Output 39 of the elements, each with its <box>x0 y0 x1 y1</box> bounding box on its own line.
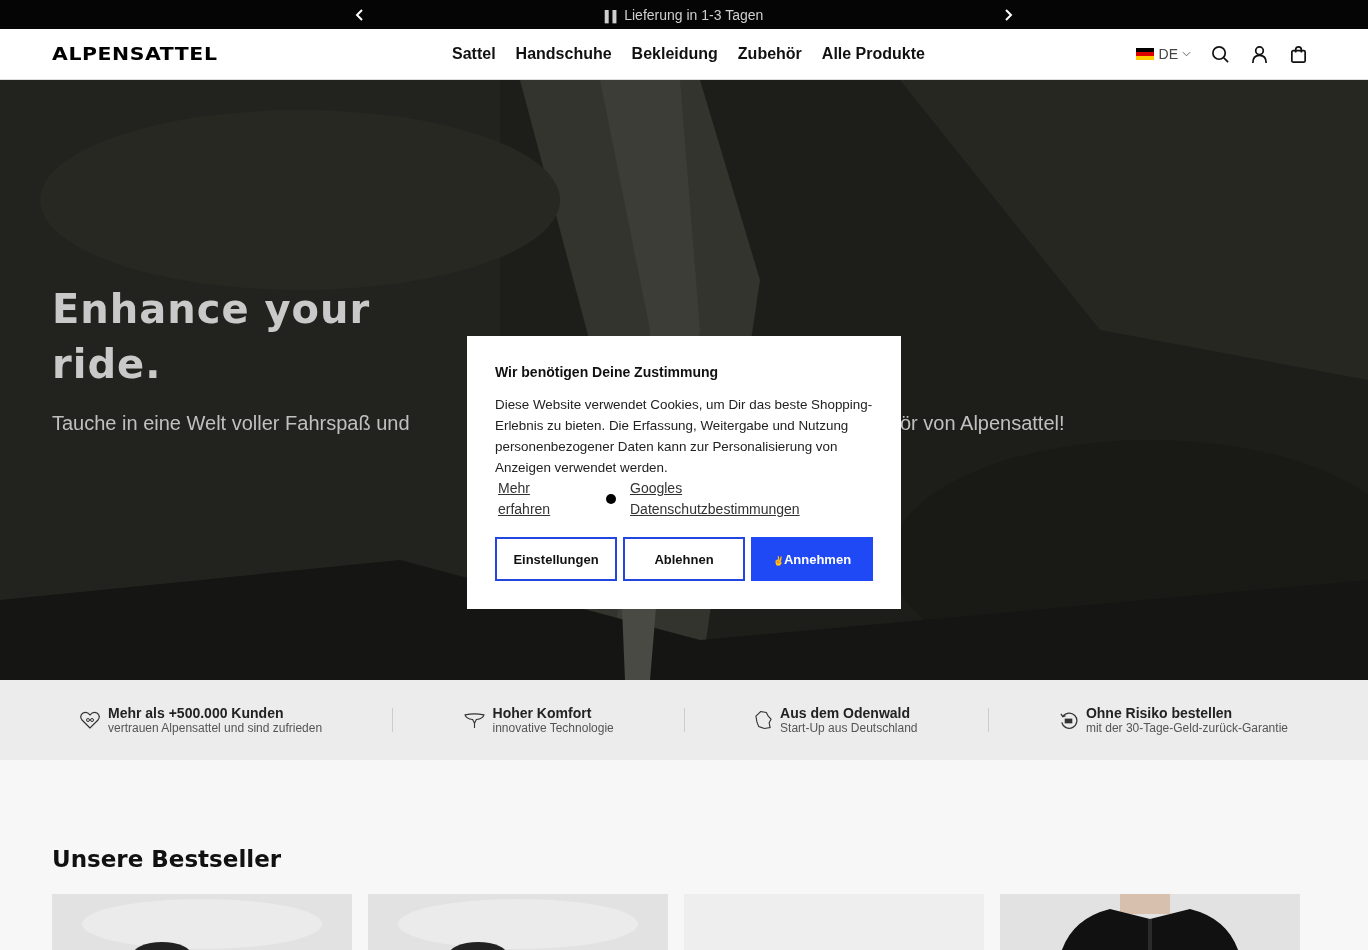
user-icon[interactable] <box>1250 44 1269 64</box>
feature-subtitle: mit der 30-Tage-Geld-zurück-Garantie <box>1085 721 1288 735</box>
map-icon <box>755 710 773 730</box>
hero-title: Enhance your ride. <box>52 285 371 389</box>
nav-link[interactable]: Sattel <box>452 45 496 63</box>
link[interactable]: Googles Datenschutzbestimmungen <box>630 478 820 520</box>
nav-link[interactable]: Zubehör <box>737 45 802 63</box>
feature-subtitle: innovative Technologie <box>492 721 614 735</box>
feature-subtitle: vertrauen Alpensattel und sind zufrieden <box>108 721 323 735</box>
language-selector[interactable]: DE <box>1134 46 1191 62</box>
dialog-button[interactable]: Ablehnen <box>623 537 745 581</box>
dialog-text: Diese Website verwendet Cookies, um Dir das beste Shopping-Erlebnis zu bieten. Die Erfassung, Weitergabe und Nutzung personenbezogener Daten kann zur Personalisierung von Anzeigen verwendet werden. <box>495 396 873 477</box>
dialog-button[interactable]: Einstellungen <box>495 537 617 581</box>
feature-title: Ohne Risiko bestellen <box>1085 705 1234 721</box>
hero-subtitle: ör von Alpensattel! <box>900 412 1065 435</box>
nav-link[interactable]: Bekleidung <box>631 45 718 63</box>
feature-subtitle: Start-Up aus Deutschland <box>780 721 918 735</box>
dialog-title: Wir benötigen Deine Zustimmung <box>495 364 720 380</box>
heart-icon <box>80 711 100 729</box>
feature-title: Hoher Komfort <box>492 705 593 721</box>
chevron-right-icon[interactable] <box>1003 7 1014 22</box>
accept-button[interactable]: ✌Annehmen <box>751 537 873 581</box>
link[interactable]: Mehr erfahren <box>498 478 558 520</box>
feature-title: Mehr als +500.000 Kunden <box>108 705 285 721</box>
nav-link[interactable]: Alle Produkte <box>821 45 925 63</box>
feature-title: Aus dem Odenwald <box>780 705 912 721</box>
flag-icon <box>1134 48 1155 60</box>
section-title: Unsere Bestseller <box>52 846 283 872</box>
bag-icon[interactable] <box>1289 44 1308 64</box>
caret-icon <box>1182 51 1191 57</box>
bullet-icon <box>606 494 616 504</box>
logo[interactable]: ALPENSATTEL <box>52 44 218 64</box>
search-icon[interactable] <box>1211 44 1230 64</box>
return-icon <box>1058 710 1078 730</box>
saddle-icon <box>463 711 485 729</box>
chevron-left-icon[interactable] <box>354 7 365 22</box>
announcement-text: ▌▌ Lieferung in 1-3 Tagen <box>604 6 764 23</box>
hero-subtitle: Tauche in eine Welt voller Fahrspaß und <box>52 412 410 435</box>
nav-link[interactable]: Handschuhe <box>515 45 612 63</box>
